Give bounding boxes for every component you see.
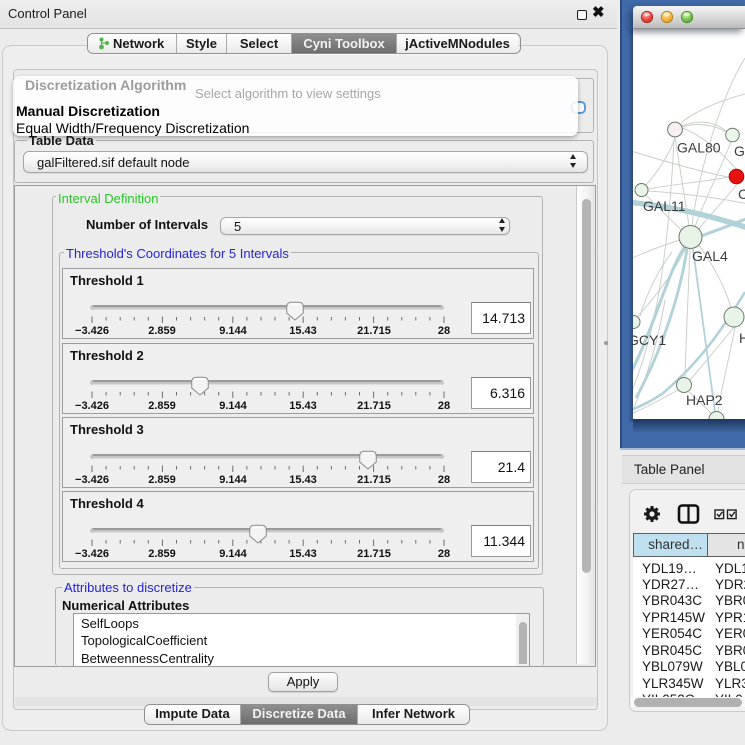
svg-text:15.43: 15.43 bbox=[289, 548, 317, 560]
svg-text:15.43: 15.43 bbox=[289, 400, 317, 412]
svg-text:9.144: 9.144 bbox=[219, 474, 247, 486]
svg-text:21.715: 21.715 bbox=[357, 548, 391, 560]
svg-text:15.43: 15.43 bbox=[289, 325, 317, 337]
svg-text:15.43: 15.43 bbox=[289, 474, 317, 486]
svg-text:HAP2: HAP2 bbox=[686, 392, 723, 408]
svg-text:28: 28 bbox=[438, 400, 450, 412]
svg-text:C: C bbox=[738, 186, 745, 202]
svg-text:28: 28 bbox=[438, 548, 450, 560]
svg-text:GAL11: GAL11 bbox=[643, 198, 686, 214]
svg-text:21.715: 21.715 bbox=[357, 400, 391, 412]
svg-text:2.859: 2.859 bbox=[148, 548, 176, 560]
svg-text:GAL4: GAL4 bbox=[692, 248, 728, 264]
svg-text:28: 28 bbox=[438, 325, 450, 337]
svg-text:H: H bbox=[739, 330, 745, 346]
svg-text:GCY1: GCY1 bbox=[633, 332, 666, 348]
svg-text:2.859: 2.859 bbox=[148, 474, 176, 486]
svg-text:GAL80: GAL80 bbox=[677, 140, 721, 156]
svg-text:21.715: 21.715 bbox=[357, 325, 391, 337]
svg-text:GAL: GAL bbox=[734, 143, 745, 159]
svg-text:−3.426: −3.426 bbox=[75, 400, 109, 412]
svg-text:21.715: 21.715 bbox=[357, 474, 391, 486]
svg-text:2.859: 2.859 bbox=[148, 325, 176, 337]
svg-text:9.144: 9.144 bbox=[219, 400, 247, 412]
svg-text:9.144: 9.144 bbox=[219, 325, 247, 337]
svg-text:−3.426: −3.426 bbox=[75, 325, 109, 337]
svg-text:−3.426: −3.426 bbox=[75, 548, 109, 560]
svg-text:28: 28 bbox=[438, 474, 450, 486]
svg-text:−3.426: −3.426 bbox=[75, 474, 109, 486]
svg-text:9.144: 9.144 bbox=[219, 548, 247, 560]
svg-text:2.859: 2.859 bbox=[148, 400, 176, 412]
